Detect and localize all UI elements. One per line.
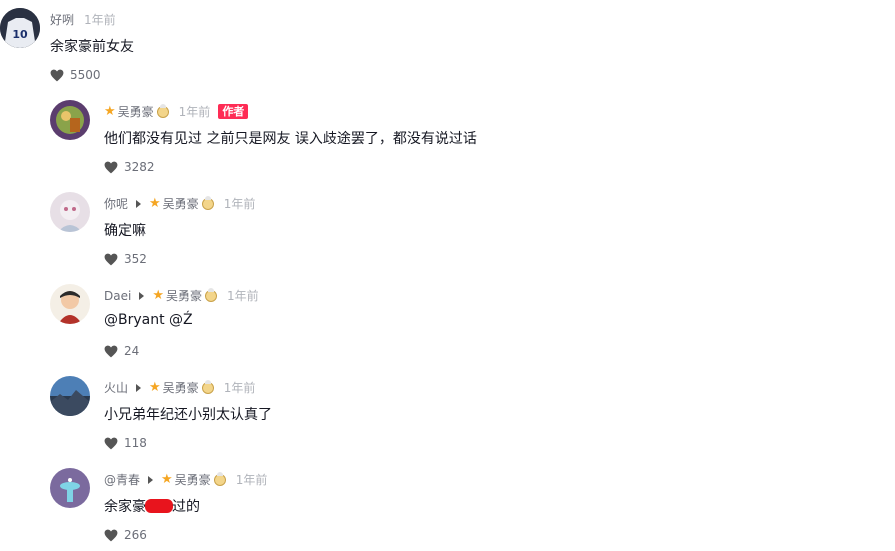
user-name[interactable]: @青春 [104,471,140,488]
like-count: 5500 [70,68,101,82]
timestamp: 1年前 [223,381,256,395]
reply-arrow-icon [136,383,142,392]
avatar[interactable] [50,468,90,508]
face-icon [156,103,169,118]
user-name[interactable]: 好咧 [50,11,74,28]
like-button[interactable]: 3282 [104,160,155,174]
jersey-avatar-image: 10 [0,8,40,48]
heart-icon [104,161,118,173]
like-button[interactable]: 24 [104,344,139,358]
comment-text: 余家豪前女友 [50,39,134,55]
avatar-image [50,100,90,140]
redaction-mark [145,499,173,513]
user-name[interactable]: Daei [104,289,131,303]
user-name[interactable]: 吴勇豪 [118,103,154,120]
timestamp: 1年前 [178,105,211,119]
avatar-image [50,284,90,324]
comment-meta: ★ 吴勇豪 1年前 作者 [104,103,249,120]
avatar[interactable] [50,100,90,140]
like-button[interactable]: 266 [104,528,147,542]
heart-icon [104,345,118,357]
reply-to-name[interactable]: 吴勇豪 [166,287,202,304]
like-button[interactable]: 352 [104,252,147,266]
user-name[interactable]: 你呢 [104,195,128,212]
like-count: 3282 [124,160,155,174]
timestamp: 1年前 [226,289,259,303]
reply-to-name[interactable]: 吴勇豪 [163,195,199,212]
face-icon [201,379,214,394]
star-icon: ★ [149,380,161,395]
like-count: 24 [124,344,140,358]
comment-meta: Daei ★ 吴勇豪 1年前 [104,287,259,304]
comment-meta: 你呢 ★ 吴勇豪 1年前 [104,195,255,212]
comment-text: @Bryant @Ź [104,312,193,328]
face-icon [213,471,226,486]
author-badge: 作者 [218,104,249,119]
svg-text:10: 10 [12,28,28,41]
star-icon: ★ [104,104,116,119]
star-icon: ★ [149,196,161,211]
timestamp: 1年前 [223,197,256,211]
comment-meta: 好咧 1年前 [50,11,116,28]
star-icon: ★ [161,472,173,487]
comment-text: 确定嘛 [104,223,146,239]
face-icon [204,287,217,302]
timestamp: 1年前 [235,473,268,487]
reply-arrow-icon [136,199,142,208]
avatar[interactable]: 10 [0,8,40,48]
like-count: 118 [124,436,147,450]
like-count: 352 [124,252,147,266]
heart-icon [104,437,118,449]
reply-arrow-icon [139,291,145,300]
comment-text: 小兄弟年纪还小别太认真了 [104,407,272,423]
face-icon [201,195,214,210]
comment-text-after: 过的 [172,499,200,515]
comment-text-before: 余家豪 [104,499,146,515]
reply-to-name[interactable]: 吴勇豪 [175,471,211,488]
avatar[interactable] [50,192,90,232]
user-name[interactable]: 火山 [104,379,128,396]
like-button[interactable]: 118 [104,436,147,450]
comment-meta: @青春 ★ 吴勇豪 1年前 [104,471,267,488]
avatar-image [50,192,90,232]
avatar[interactable] [50,376,90,416]
avatar-image [50,468,90,508]
mountain-avatar-image [50,376,90,416]
timestamp: 1年前 [84,13,116,27]
comment-section: 10 好咧 1年前 余家豪前女友 5500 ★ 吴勇豪 1年前 作者 他们都没有… [0,0,895,551]
heart-icon [104,529,118,541]
star-icon: ★ [152,288,164,303]
heart-icon [104,253,118,265]
comment-text: 余家豪 过的 [104,496,200,516]
comment-text: 他们都没有见过 之前只是网友 误入歧途罢了，都没有说过话 [104,131,477,147]
reply-to-name[interactable]: 吴勇豪 [163,379,199,396]
like-button[interactable]: 5500 [50,68,101,82]
comment-meta: 火山 ★ 吴勇豪 1年前 [104,379,255,396]
heart-icon [50,69,64,81]
avatar[interactable] [50,284,90,324]
like-count: 266 [124,528,147,542]
reply-arrow-icon [148,475,154,484]
